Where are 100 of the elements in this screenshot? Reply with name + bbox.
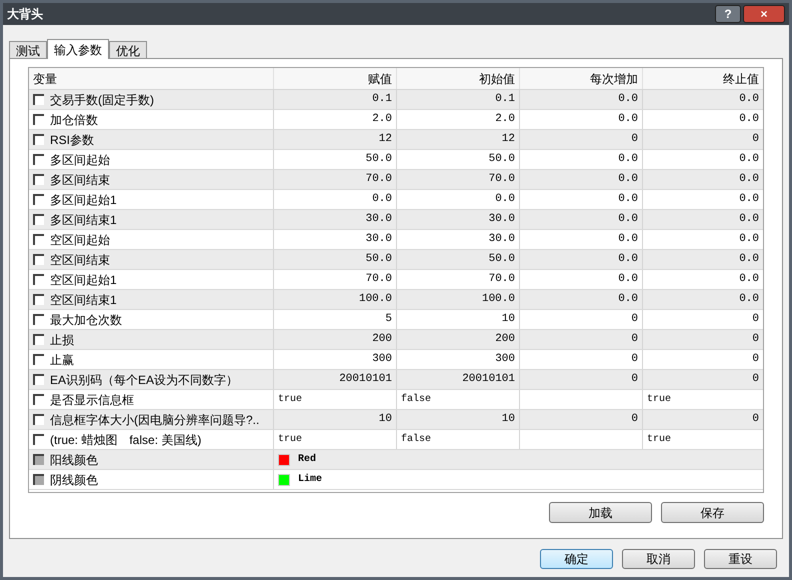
table-cell-text: 0.0 (618, 152, 638, 168)
table-cell-text: true (278, 393, 302, 407)
table-cell-text: 50.0 (488, 252, 515, 268)
table-row[interactable]: 空区间结束1 100.0 100.0 0.0 0.0 (29, 290, 763, 310)
table-row[interactable]: 是否显示信息框 true false true (29, 390, 763, 410)
table-row[interactable]: 交易手数(固定手数) 0.1 0.1 0.0 0.0 (29, 90, 763, 110)
table-row[interactable]: 多区间结束 70.0 70.0 0.0 0.0 (29, 170, 763, 190)
table-cell-text: 0 (631, 352, 638, 368)
table-cell-text: 0.0 (618, 252, 638, 268)
table-cell-text: true (647, 433, 672, 447)
tab[interactable]: 测试 (9, 41, 47, 58)
table-cell-text: 0.0 (739, 172, 759, 188)
variable-name: 阳线颜色 (50, 452, 98, 468)
variable-name: 空区间结束1 (50, 292, 117, 308)
checkbox[interactable] (33, 294, 44, 305)
table-row[interactable]: EA识别码（每个EA设为不同数字） 20010101 20010101 0 0 (29, 370, 763, 390)
variable-name: 多区间结束 (50, 172, 110, 188)
table-cell-text: Lime (298, 472, 322, 487)
table-cell-text: 0 (752, 332, 759, 348)
table-cell-text: 0 (631, 372, 638, 388)
checkbox[interactable] (33, 334, 44, 345)
table-cell-text: 2.0 (372, 112, 392, 128)
table-cell-text: 0.0 (739, 292, 759, 308)
checkbox[interactable] (33, 414, 44, 425)
table-cell-text: 0 (752, 412, 759, 428)
table-row[interactable]: RSI参数 12 12 0 0 (29, 130, 763, 150)
table-row[interactable]: 空区间结束 50.0 50.0 0.0 0.0 (29, 250, 763, 270)
checkbox[interactable] (33, 374, 44, 385)
table-cell-text: 300 (495, 352, 515, 368)
table-cell-text: 10 (378, 412, 392, 428)
tab[interactable]: 优化 (109, 41, 147, 58)
table-cell-text: 0.0 (618, 292, 638, 308)
table-cell-text: 30.0 (488, 212, 515, 228)
tab[interactable]: 输入参数 (47, 39, 109, 59)
variable-name: 多区间起始1 (50, 192, 117, 208)
dialog-button[interactable]: 确定 (540, 549, 613, 569)
table-row[interactable]: 止损 200 200 0 0 (29, 330, 763, 350)
variable-name: 最大加仓次数 (50, 312, 122, 328)
table-cell-text: 5 (385, 312, 392, 328)
table-cell-text: 0.0 (618, 272, 638, 288)
table-cell-text: 50.0 (366, 152, 392, 168)
dialog-button[interactable]: 取消 (622, 549, 695, 569)
table-cell-text: 0.0 (618, 212, 638, 228)
table-cell-text: 0.0 (739, 252, 759, 268)
table-cell-text: 50.0 (366, 252, 392, 268)
variable-name: 信息框字体大小(因电脑分辨率问题导?.. (50, 412, 260, 428)
checkbox[interactable] (33, 214, 44, 225)
table-cell-text: 12 (378, 132, 392, 148)
column-header: 每次增加 (590, 70, 638, 88)
table-cell-text: 0.0 (739, 192, 759, 208)
table-cell-text: true (647, 393, 672, 407)
checkbox[interactable] (33, 254, 44, 265)
variable-name: 空区间起始 (50, 232, 110, 248)
table-cell-text: 0.0 (739, 212, 759, 228)
panel-button[interactable]: 加载 (549, 502, 652, 523)
table-cell-text: true (278, 433, 302, 447)
checkbox[interactable] (33, 134, 44, 145)
panel-button[interactable]: 保存 (661, 502, 764, 523)
table-cell-text: false (401, 392, 432, 407)
table-row[interactable]: 空区间起始 30.0 30.0 0.0 0.0 (29, 230, 763, 250)
table-cell-text: 100.0 (482, 292, 515, 308)
table-cell-text: 0 (631, 312, 638, 328)
table-row[interactable]: 多区间结束1 30.0 30.0 0.0 0.0 (29, 210, 763, 230)
table-cell-text: 30.0 (366, 232, 392, 248)
variable-name: 多区间起始 (50, 152, 110, 168)
table-row[interactable]: 多区间起始1 0.0 0.0 0.0 0.0 (29, 190, 763, 210)
table-cell-text: 2.0 (495, 112, 515, 128)
variable-name: 空区间起始1 (50, 272, 117, 288)
table-row[interactable]: (true: 蜡烛图 false: 美国线) true false true (29, 430, 763, 450)
table-row[interactable]: 加仓倍数 2.0 2.0 0.0 0.0 (29, 110, 763, 130)
table-cell-text: 0.0 (618, 192, 638, 208)
table-row[interactable]: 多区间起始 50.0 50.0 0.0 0.0 (29, 150, 763, 170)
close-button[interactable]: × (743, 5, 785, 23)
table-row[interactable]: 最大加仓次数 5 10 0 0 (29, 310, 763, 330)
window-title: 大背头 (7, 6, 43, 23)
table-row[interactable]: 止赢 300 300 0 0 (29, 350, 763, 370)
table-cell-text: 0.1 (495, 92, 515, 108)
variable-name: 止赢 (50, 352, 74, 368)
table-cell-text: 0 (752, 312, 759, 328)
table-row[interactable]: 信息框字体大小(因电脑分辨率问题导?.. 10 10 0 0 (29, 410, 763, 430)
table-cell-text: 0.1 (372, 92, 392, 108)
help-button[interactable]: ? (715, 5, 741, 23)
table-cell-text: 0.0 (618, 172, 638, 188)
variable-name: 空区间结束 (50, 252, 110, 268)
table-cell-text: 200 (495, 332, 515, 348)
table-cell-text: 0.0 (739, 112, 759, 128)
table-cell-text: 300 (372, 352, 392, 368)
variable-name: EA识别码（每个EA设为不同数字） (50, 372, 238, 388)
table-row[interactable]: 空区间起始1 70.0 70.0 0.0 0.0 (29, 270, 763, 290)
variable-name: 加仓倍数 (50, 112, 98, 128)
table-cell-text: 0 (752, 372, 759, 388)
checkbox[interactable] (33, 174, 44, 185)
table-cell-text: 0.0 (739, 152, 759, 168)
table-cell-text: 0.0 (618, 232, 638, 248)
variable-name: 是否显示信息框 (50, 392, 134, 408)
table-cell-text: 200 (372, 332, 392, 348)
column-header: 初始值 (479, 70, 515, 88)
column-header: 终止值 (723, 70, 759, 88)
dialog-button[interactable]: 重设 (704, 549, 777, 569)
checkbox[interactable] (33, 94, 44, 105)
